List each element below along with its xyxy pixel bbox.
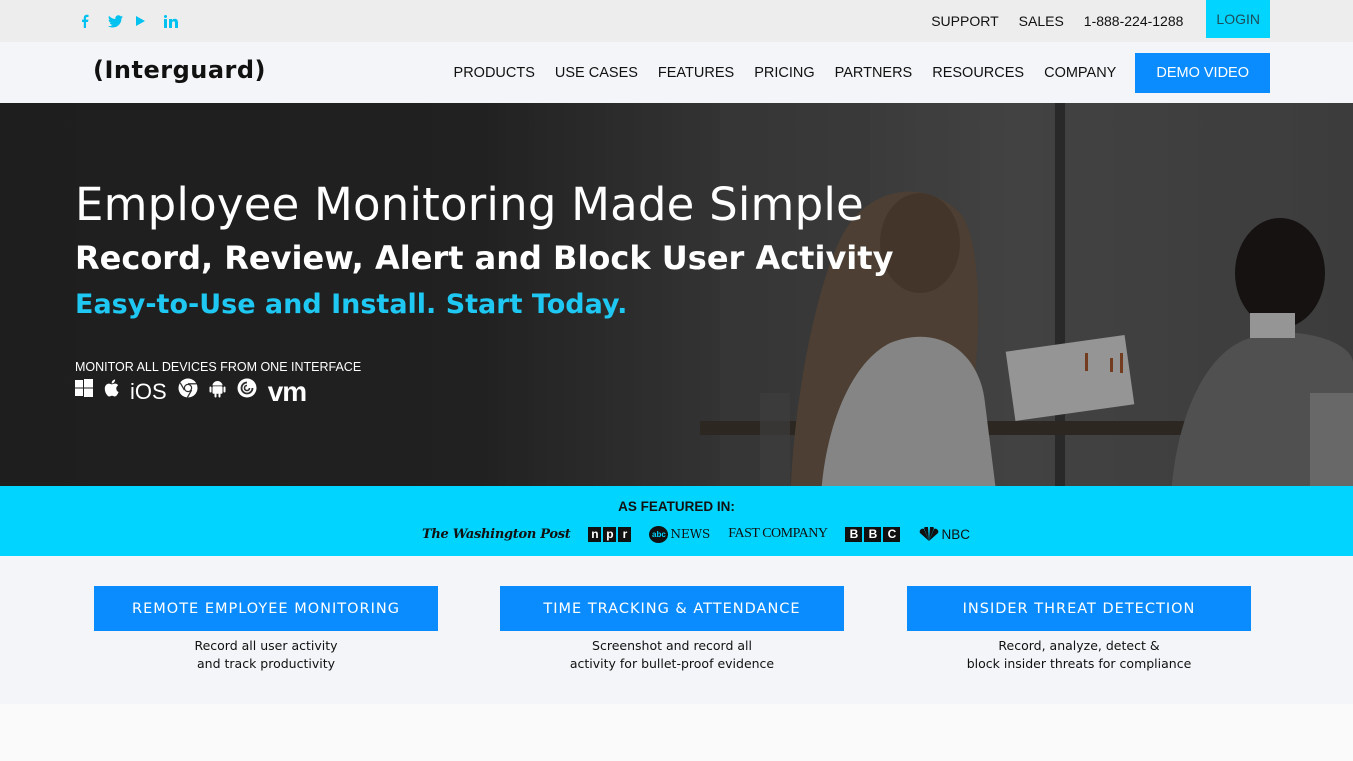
below-fold-section (0, 704, 1353, 761)
twitter-icon[interactable] (108, 14, 123, 28)
featured-label: AS FEATURED IN: (618, 499, 735, 514)
feature-desc-line: and track productivity (197, 656, 335, 671)
android-icon (209, 379, 226, 406)
feature-description: Screenshot and record all activity for b… (500, 637, 844, 673)
nbc-peacock-icon (920, 527, 939, 541)
feature-description: Record, analyze, detect & block insider … (907, 637, 1251, 673)
npr-letter: p (603, 526, 617, 542)
nav-resources[interactable]: RESOURCES (932, 65, 1024, 81)
utility-links: SUPPORT SALES 1-888-224-1288 LOGIN (911, 0, 1270, 42)
support-link[interactable]: SUPPORT (931, 13, 998, 29)
apple-icon (104, 379, 119, 405)
linkedin-icon[interactable] (164, 14, 178, 28)
facebook-icon[interactable] (80, 14, 94, 28)
windows-icon (75, 379, 93, 405)
press-logos: The Washington Post n p r abc NEWS FAST … (422, 524, 970, 544)
nav-products[interactable]: PRODUCTS (454, 65, 535, 81)
nav-features[interactable]: FEATURES (658, 65, 734, 81)
nav-company[interactable]: COMPANY (1044, 65, 1116, 81)
npr-letter: n (588, 526, 602, 542)
sales-link[interactable]: SALES (1019, 13, 1064, 29)
abc-news-text: NEWS (670, 527, 711, 541)
feature-desc-line: block insider threats for compliance (966, 656, 1192, 671)
feature-desc-line: activity for bullet-proof evidence (569, 656, 775, 671)
hero-section: Employee Monitoring Made Simple Record, … (0, 103, 1353, 486)
nav-pricing[interactable]: PRICING (754, 65, 814, 81)
bbc-letter: B (864, 526, 882, 542)
feature-desc-line: Screenshot and record all (592, 638, 752, 653)
phone-link[interactable]: 1-888-224-1288 (1084, 13, 1184, 29)
bbc-letter: C (883, 526, 901, 542)
demo-video-button[interactable]: DEMO VIDEO (1135, 52, 1270, 93)
features-section: REMOTE EMPLOYEE MONITORING Record all us… (0, 556, 1353, 704)
social-links (80, 0, 178, 42)
nav-partners[interactable]: PARTNERS (835, 65, 913, 81)
vm-icon: vm (267, 376, 307, 407)
feature-desc-line: Record, analyze, detect & (998, 638, 1160, 653)
hero-title: Employee Monitoring Made Simple (75, 178, 864, 231)
bbc-letter: B (845, 526, 863, 542)
abc-circle: abc (649, 525, 669, 543)
nbc-logo: NBC (918, 527, 970, 542)
feature-card: REMOTE EMPLOYEE MONITORING Record all us… (94, 586, 438, 673)
bbc-logo: B B C (845, 526, 901, 542)
main-navbar: (Interguard) PRODUCTS USE CASES FEATURES… (0, 42, 1353, 103)
hero-subtitle: Record, Review, Alert and Block User Act… (75, 239, 894, 277)
youtube-play-icon[interactable] (136, 16, 150, 26)
top-utility-bar: SUPPORT SALES 1-888-224-1288 LOGIN (0, 0, 1353, 42)
remote-employee-monitoring-button[interactable]: REMOTE EMPLOYEE MONITORING (94, 586, 438, 631)
npr-logo: n p r (588, 526, 632, 542)
insider-threat-detection-button[interactable]: INSIDER THREAT DETECTION (907, 586, 1251, 631)
ios-label: iOS (130, 379, 167, 404)
feature-card: INSIDER THREAT DETECTION Record, analyze… (907, 586, 1251, 673)
hero-tagline: Easy-to-Use and Install. Start Today. (75, 289, 628, 320)
feature-desc-line: Record all user activity (194, 638, 338, 653)
fast-company-logo: FAST COMPANY (728, 526, 828, 541)
chrome-icon (178, 378, 198, 406)
feature-description: Record all user activity and track produ… (94, 637, 438, 673)
time-tracking-attendance-button[interactable]: TIME TRACKING & ATTENDANCE (500, 586, 844, 631)
npr-letter: r (618, 526, 632, 542)
login-button[interactable]: LOGIN (1206, 0, 1270, 38)
nbc-text: NBC (941, 526, 970, 542)
abc-news-logo: abc NEWS (649, 525, 711, 543)
main-nav: PRODUCTS USE CASES FEATURES PRICING PART… (434, 42, 1270, 103)
nav-use-cases[interactable]: USE CASES (555, 65, 638, 81)
washington-post-logo: The Washington Post (422, 526, 571, 542)
chromebook-icon (237, 378, 257, 406)
feature-card: TIME TRACKING & ATTENDANCE Screenshot an… (500, 586, 844, 673)
device-icons: iOS vm (75, 376, 307, 407)
as-featured-in-band: AS FEATURED IN: The Washington Post n p … (0, 486, 1353, 556)
devices-label: MONITOR ALL DEVICES FROM ONE INTERFACE (75, 360, 362, 374)
interguard-logo[interactable]: (Interguard) (93, 56, 266, 84)
